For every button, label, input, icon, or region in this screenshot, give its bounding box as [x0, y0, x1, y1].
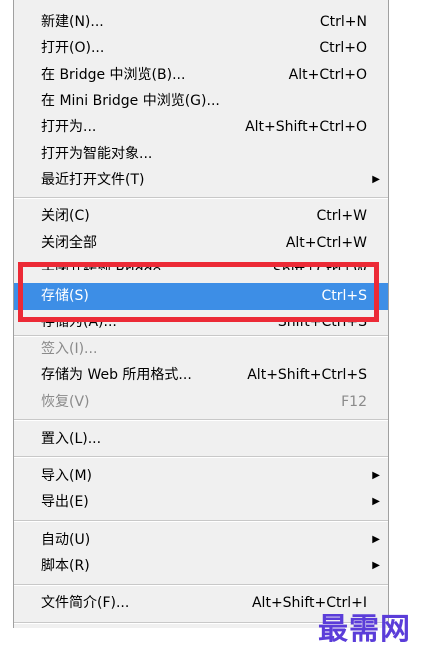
- menu-item-new[interactable]: 新建(N)... Ctrl+N: [14, 9, 388, 35]
- menu-item-label: 关闭(C): [41, 208, 90, 224]
- menu-item-label: 在 Bridge 中浏览(B)...: [41, 67, 186, 83]
- submenu-arrow-icon: ▶: [372, 470, 380, 481]
- menu-item-label: 在 Mini Bridge 中浏览(G)...: [41, 93, 220, 109]
- menu-item-open-as[interactable]: 打开为... Alt+Shift+Ctrl+O: [14, 114, 388, 140]
- menu-item-label: 打开为...: [41, 119, 97, 135]
- menu-item-close-all[interactable]: 关闭全部 Alt+Ctrl+W: [14, 230, 388, 256]
- menu-item-save-for-web[interactable]: 存储为 Web 所用格式... Alt+Shift+Ctrl+S: [14, 362, 388, 388]
- menu-item-label: 自动(U): [41, 532, 91, 548]
- menu-item-label: 文件简介(F)...: [41, 595, 130, 611]
- menu-item-shortcut: Ctrl+W: [316, 208, 367, 224]
- menu-item-label: 置入(L)...: [41, 431, 102, 447]
- menu-item-close[interactable]: 关闭(C) Ctrl+W: [14, 203, 388, 229]
- menu-item-label: 关闭全部: [41, 235, 97, 251]
- menu-item-import[interactable]: 导入(M) ▶: [14, 463, 388, 489]
- menu-separator: [14, 584, 388, 586]
- menu-item-place[interactable]: 置入(L)...: [14, 426, 388, 452]
- menu-item-shortcut: Ctrl+N: [319, 14, 367, 30]
- menu-separator: [14, 456, 388, 458]
- menu-item-label: 最近打开文件(T): [41, 172, 145, 188]
- menu-item-label: 脚本(R): [41, 558, 90, 574]
- submenu-arrow-icon: ▶: [372, 174, 380, 185]
- menu-item-label: 新建(N)...: [41, 14, 104, 30]
- menu-item-export[interactable]: 导出(E) ▶: [14, 489, 388, 515]
- menu-item-automate[interactable]: 自动(U) ▶: [14, 527, 388, 553]
- submenu-arrow-icon: ▶: [372, 534, 380, 545]
- menu-separator: [14, 520, 388, 522]
- menu-separator: [14, 197, 388, 199]
- watermark-logo: 最需网: [318, 612, 411, 647]
- menu-item-shortcut: Alt+Ctrl+O: [288, 67, 367, 83]
- menu-item-browse-in-bridge[interactable]: 在 Bridge 中浏览(B)... Alt+Ctrl+O: [14, 62, 388, 88]
- menu-item-label: 打开为智能对象...: [41, 146, 153, 162]
- submenu-arrow-icon: ▶: [372, 496, 380, 507]
- menu-item-label: 导出(E): [41, 494, 89, 510]
- menu-item-open-recent[interactable]: 最近打开文件(T) ▶: [14, 167, 388, 193]
- menu-item-browse-in-mini-bridge[interactable]: 在 Mini Bridge 中浏览(G)...: [14, 88, 388, 114]
- menu-item-revert[interactable]: 恢复(V) F12: [14, 389, 388, 415]
- menu-item-label: 恢复(V): [41, 394, 90, 410]
- menu-item-open[interactable]: 打开(O)... Ctrl+O: [14, 35, 388, 61]
- annotation-highlight-box: [18, 262, 379, 322]
- menu-item-label: 存储为 Web 所用格式...: [41, 367, 192, 383]
- menu-item-label: 打开(O)...: [41, 40, 105, 56]
- menu-item-shortcut: F12: [341, 394, 367, 410]
- menu-item-scripts[interactable]: 脚本(R) ▶: [14, 553, 388, 579]
- submenu-arrow-icon: ▶: [372, 560, 380, 571]
- menu-item-shortcut: Ctrl+O: [319, 40, 367, 56]
- menu-item-shortcut: Alt+Shift+Ctrl+O: [245, 119, 367, 135]
- menu-item-open-as-smart-object[interactable]: 打开为智能对象...: [14, 141, 388, 167]
- menu-item-label: 签入(I)...: [41, 341, 98, 357]
- menu-separator: [14, 419, 388, 421]
- menu-item-shortcut: Alt+Shift+Ctrl+S: [247, 367, 367, 383]
- menu-item-label: 导入(M): [41, 468, 93, 484]
- menu-item-check-in[interactable]: 签入(I)...: [14, 336, 388, 362]
- menu-item-shortcut: Alt+Ctrl+W: [285, 235, 367, 251]
